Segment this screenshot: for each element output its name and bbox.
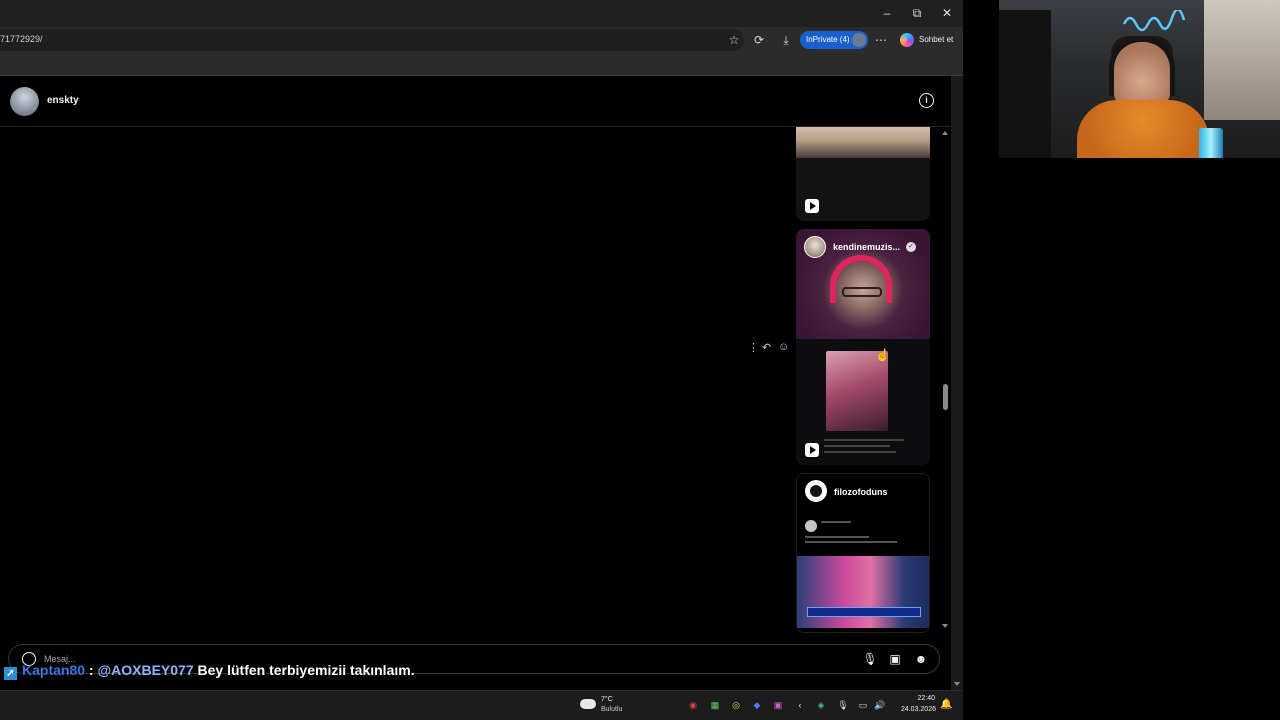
more-menu-icon[interactable]: ⋯	[873, 32, 889, 48]
chat-username: Kaptan80	[22, 662, 86, 678]
contact-name[interactable]: enskty	[47, 95, 79, 106]
microphone-tray-icon[interactable]: 🎙	[837, 699, 849, 711]
scroll-thumb[interactable]	[943, 384, 948, 410]
chat-text: Bey lütfen terbiyemizii takınlaım.	[197, 662, 415, 678]
scroll-down-icon[interactable]	[942, 624, 948, 628]
weather-description[interactable]: Bulutlu	[601, 706, 622, 713]
browser-window: – ⧉ ✕ 71772929/ ☆ ⟳ ⤓ InPrivate (4) ⋯ So…	[0, 0, 963, 690]
tweet-avatar	[805, 520, 817, 532]
chat-mention: @AOXBEY077	[97, 662, 194, 678]
tray-app-icon[interactable]: ▣	[772, 699, 784, 711]
shared-reel-card[interactable]	[796, 127, 930, 221]
sticker-icon[interactable]: ☻	[913, 651, 929, 667]
tray-app-icon[interactable]: ▦	[709, 699, 721, 711]
thread-scrollbar[interactable]	[940, 127, 951, 637]
title-bar: – ⧉ ✕	[0, 0, 963, 27]
notification-bell-icon[interactable]: 🔔	[940, 699, 952, 711]
post-owner-name[interactable]: filozofoduns	[834, 487, 888, 497]
reel-owner-name[interactable]: kendinemuzis...	[833, 242, 900, 252]
tray-app-icon[interactable]: ◆	[751, 699, 763, 711]
chat-separator: :	[88, 662, 94, 678]
minimize-button[interactable]: –	[872, 4, 902, 22]
reel-owner-avatar	[804, 236, 826, 258]
microphone-icon[interactable]: 🎙	[862, 651, 878, 667]
extensions-icon[interactable]: ⟳	[751, 32, 767, 48]
scroll-up-icon[interactable]	[942, 131, 948, 135]
image-icon[interactable]: ▣	[887, 651, 903, 667]
tray-app-icon[interactable]: ◎	[730, 699, 742, 711]
url-text: 71772929/	[0, 34, 43, 44]
more-options-icon[interactable]: ⋮	[748, 341, 759, 354]
inprivate-label: InPrivate (4)	[806, 35, 850, 44]
download-icon[interactable]: ⤓	[778, 32, 794, 48]
reply-icon[interactable]: ↶	[762, 341, 771, 354]
dm-header: enskty i	[0, 76, 951, 127]
url-field[interactable]: 71772929/ ☆	[0, 29, 744, 51]
react-emoji-icon[interactable]: ☺	[778, 341, 789, 353]
direct-message-view: enskty i kendinemuzis... ✓ ☝ ⋮ ↶ ☺ filoz…	[0, 76, 951, 690]
contact-avatar[interactable]	[10, 87, 39, 116]
address-bar: 71772929/ ☆ ⟳ ⤓ InPrivate (4) ⋯ Sohbet e…	[0, 27, 963, 53]
play-icon	[805, 199, 819, 213]
play-icon	[805, 443, 819, 457]
tray-app-icon[interactable]: ◉	[687, 699, 699, 711]
shared-post-card[interactable]: filozofoduns	[796, 473, 930, 633]
verified-badge-icon: ✓	[906, 242, 916, 252]
clock-time[interactable]: 22:40	[913, 695, 935, 702]
taskbar: 7°C Bulutlu ◉ ▦ ◎ ◆ ▣ ‹ ◈ 🎙 ▭ 🔊 22:40 24…	[0, 690, 963, 720]
message-thread[interactable]: kendinemuzis... ✓ ☝ ⋮ ↶ ☺ filozofoduns	[0, 127, 951, 635]
profile-avatar	[852, 33, 866, 47]
tray-app-icon[interactable]: ◈	[815, 699, 827, 711]
inprivate-button[interactable]: InPrivate (4)	[800, 31, 868, 49]
chat-badge-icon: ➚	[4, 667, 17, 680]
reel-thumbnail	[796, 127, 930, 158]
weather-temperature[interactable]: 7°C	[601, 696, 613, 703]
close-button[interactable]: ✕	[932, 4, 962, 22]
neon-sign-icon	[1122, 10, 1186, 32]
info-icon[interactable]: i	[919, 93, 934, 108]
clock-date[interactable]: 24.03.2026	[896, 706, 936, 713]
cloud-icon[interactable]	[580, 699, 596, 709]
post-image	[797, 556, 929, 628]
copilot-icon[interactable]	[900, 33, 914, 47]
mouse-cursor-icon: ☝	[875, 348, 890, 362]
shared-reel-card[interactable]: kendinemuzis... ✓	[796, 229, 930, 465]
favorite-star-icon[interactable]: ☆	[726, 32, 742, 48]
copilot-label[interactable]: Sohbet et	[919, 35, 953, 44]
page-scrollbar[interactable]	[951, 76, 963, 690]
restore-button[interactable]: ⧉	[902, 4, 932, 22]
chevron-up-icon[interactable]: ‹	[794, 699, 806, 711]
stream-chat-message: ➚ Kaptan80 : @AOXBEY077 Bey lütfen terbiy…	[4, 660, 415, 680]
network-icon[interactable]: ▭	[857, 699, 869, 711]
volume-icon[interactable]: 🔊	[874, 699, 886, 711]
favorites-bar	[0, 53, 963, 76]
post-owner-avatar	[805, 480, 827, 502]
